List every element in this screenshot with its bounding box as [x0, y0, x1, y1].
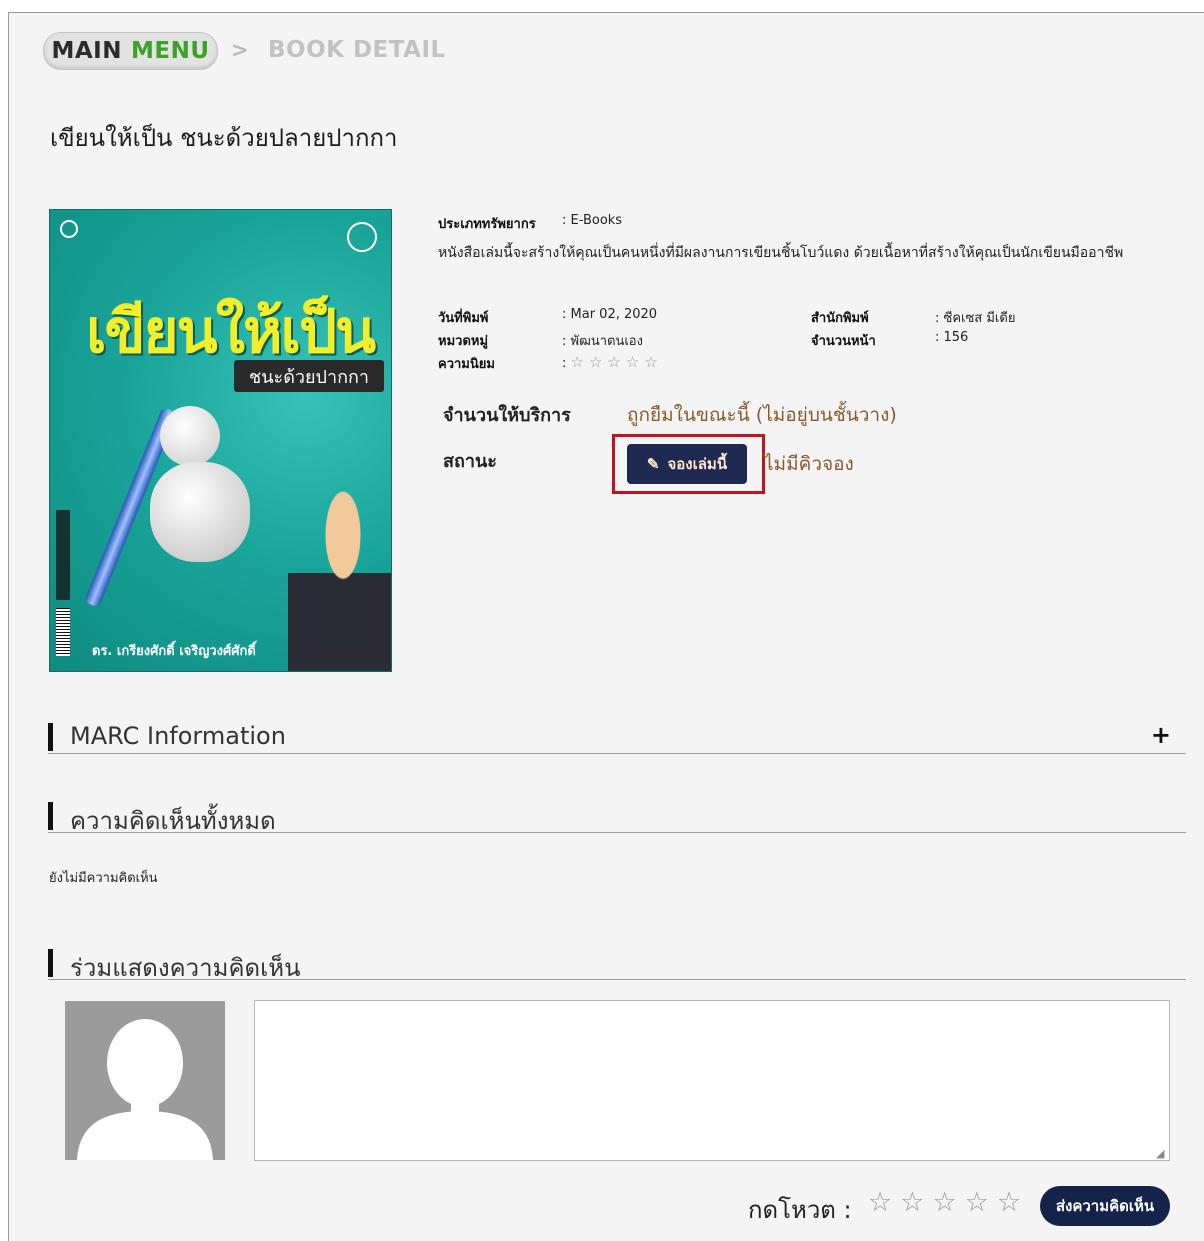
- publisher-seal-icon: [347, 222, 377, 252]
- add-comment-title: ร่วมแสดงความคิดเห็น: [70, 954, 301, 982]
- star-3-icon[interactable]: ☆: [932, 1187, 956, 1219]
- avatar: [65, 1001, 225, 1160]
- publisher-value: : ซีคเซส มีเดีย: [935, 311, 1016, 326]
- breadcrumb-menu-text: MENU: [130, 38, 210, 64]
- publish-date-value: : Mar 02, 2020: [562, 307, 658, 322]
- popularity-label: ความนิยม: [438, 357, 495, 372]
- add-comment-header: ร่วมแสดงความคิดเห็น: [48, 949, 1186, 982]
- marc-section-header[interactable]: MARC Information +: [48, 721, 1186, 754]
- service-count-label: จำนวนให้บริการ: [443, 405, 571, 426]
- star-4-icon[interactable]: ☆: [965, 1187, 989, 1219]
- main-menu-link[interactable]: MAIN MENU: [43, 32, 218, 70]
- popularity-stars-icon: ☆☆☆☆☆: [570, 353, 663, 371]
- publisher-logo-icon: [60, 220, 78, 238]
- cover-spine-mark: [56, 510, 70, 600]
- popularity-value: : ☆☆☆☆☆: [562, 353, 663, 371]
- reserve-button[interactable]: ✎ จองเล่มนี้: [627, 444, 747, 484]
- breadcrumb-current: BOOK DETAIL: [268, 37, 446, 63]
- barcode-icon: [56, 608, 70, 656]
- expand-plus-icon[interactable]: +: [1151, 721, 1171, 749]
- book-description: หนังสือเล่มนี้จะสร้างให้คุณเป็นคนหนึ่งที…: [438, 245, 1124, 261]
- figure-body-illustration: [150, 462, 250, 562]
- queue-status: ไม่มีคิวจอง: [764, 453, 854, 475]
- vote-stars: ☆ ☆ ☆ ☆ ☆: [868, 1187, 1021, 1219]
- star-1-icon[interactable]: ☆: [868, 1187, 892, 1219]
- page-title: เขียนให้เป็น ชนะด้วยปลายปากกา: [50, 124, 398, 152]
- vote-label: กดโหวต :: [748, 1196, 852, 1224]
- author-portrait: [288, 482, 391, 671]
- breadcrumb-separator: >: [231, 38, 249, 62]
- user-silhouette-icon: [65, 1001, 225, 1160]
- popularity-prefix: :: [562, 356, 567, 371]
- cover-author: ดร. เกรียงศักดิ์ เจริญวงศ์ศักดิ์: [92, 644, 256, 659]
- pencil-icon: ✎: [646, 456, 660, 473]
- resource-type-value: : E-Books: [562, 213, 623, 228]
- cover-subtitle: ชนะด้วยปากกา: [234, 360, 384, 392]
- pages-label: จำนวนหน้า: [811, 334, 876, 349]
- reserve-button-label: จองเล่มนี้: [667, 456, 728, 473]
- section-bar: [48, 949, 53, 977]
- book-cover-image: เขียนให้เป็น ชนะด้วยปากกา ดร. เกรียงศักด…: [49, 209, 392, 672]
- star-5-icon[interactable]: ☆: [997, 1187, 1021, 1219]
- submit-comment-button[interactable]: ส่งความคิดเห็น: [1040, 1186, 1170, 1226]
- no-comments-text: ยังไม่มีความคิดเห็น: [49, 871, 158, 886]
- section-bar: [48, 802, 53, 830]
- publish-date-label: วันที่พิมพ์: [438, 311, 489, 326]
- resource-type-label: ประเภททรัพยากร: [438, 217, 536, 232]
- resource-type-row: ประเภททรัพยากร : E-Books: [438, 213, 622, 234]
- category-label: หมวดหมู่: [438, 334, 489, 349]
- pages-value: : 156: [935, 330, 969, 345]
- marc-section-title: MARC Information: [70, 722, 286, 750]
- section-bar: [48, 723, 53, 751]
- publisher-label: สำนักพิมพ์: [811, 311, 869, 326]
- star-2-icon[interactable]: ☆: [900, 1187, 924, 1219]
- status-label: สถานะ: [443, 451, 497, 472]
- figure-head-illustration: [160, 406, 220, 466]
- category-value: : พัฒนาตนเอง: [562, 334, 643, 349]
- breadcrumb-main-text: MAIN: [51, 38, 122, 64]
- resize-grip-icon[interactable]: ◢: [1156, 1147, 1164, 1160]
- all-comments-title: ความคิดเห็นทั้งหมด: [70, 807, 276, 835]
- comment-textarea[interactable]: [254, 1000, 1170, 1161]
- service-count-value: ถูกยืมในขณะนี้ (ไม่อยู่บนชั้นวาง): [627, 404, 897, 426]
- all-comments-header: ความคิดเห็นทั้งหมด: [48, 802, 1186, 835]
